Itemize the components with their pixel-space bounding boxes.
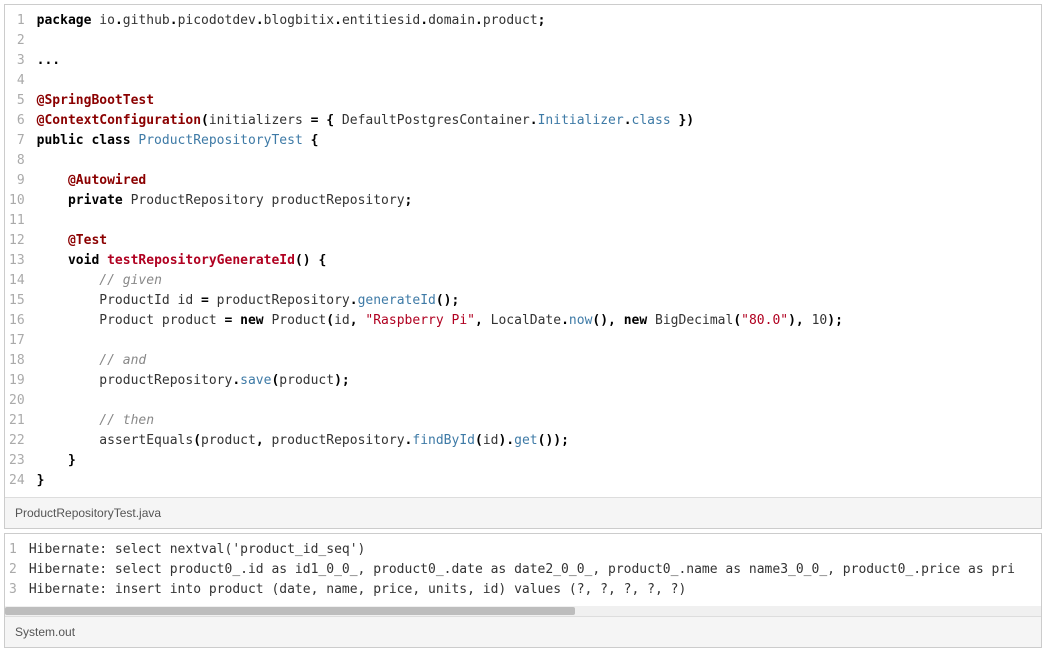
code-content: Hibernate: select nextval('product_id_se… xyxy=(25,534,1041,606)
code-block-output: 123 Hibernate: select nextval('product_i… xyxy=(4,533,1042,648)
horizontal-scrollbar[interactable] xyxy=(5,606,1041,616)
code-content: package io.github.picodotdev.blogbitix.e… xyxy=(33,5,1041,497)
line-gutter: 123456789101112131415161718192021222324 xyxy=(5,5,33,497)
code-caption: System.out xyxy=(5,616,1041,647)
code-caption: ProductRepositoryTest.java xyxy=(5,497,1041,528)
scrollbar-thumb[interactable] xyxy=(5,607,575,615)
line-gutter: 123 xyxy=(5,534,25,606)
code-area: 123456789101112131415161718192021222324 … xyxy=(5,5,1041,497)
code-area: 123 Hibernate: select nextval('product_i… xyxy=(5,534,1041,606)
code-block-java: 123456789101112131415161718192021222324 … xyxy=(4,4,1042,529)
